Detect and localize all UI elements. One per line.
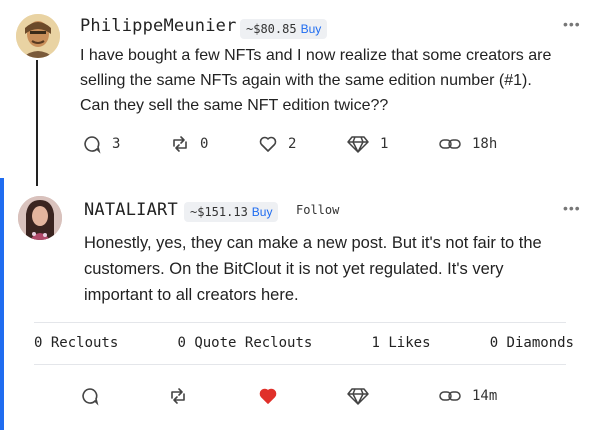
post-text-line: Honestly, yes, they can make a new post.… [84, 234, 542, 252]
coin-price: ~$80.85 [246, 22, 297, 36]
like-count: 2 [288, 136, 297, 152]
comment-action[interactable]: 3 [82, 134, 120, 154]
post-text-line: selling the same NFTs again with the sam… [80, 72, 532, 89]
link-icon [439, 139, 461, 149]
divider [34, 322, 566, 323]
more-options-icon[interactable]: ••• [563, 16, 581, 32]
diamond-action[interactable]: 1 [346, 134, 388, 154]
post-body: I have bought a few NFTs and I now reali… [80, 43, 551, 118]
username[interactable]: PhilippeMeunier [80, 16, 237, 36]
heart-icon [259, 388, 277, 404]
heart-icon [259, 136, 277, 152]
post-text-line: important to all creators here. [84, 286, 299, 304]
comment-action[interactable] [80, 386, 100, 406]
more-options-icon[interactable]: ••• [563, 200, 581, 216]
buy-button[interactable]: Buy [301, 22, 322, 36]
avatar[interactable] [16, 14, 60, 58]
comment-icon [84, 136, 101, 154]
follow-button[interactable]: Follow [296, 203, 339, 217]
link-action[interactable]: 14m [438, 386, 497, 406]
likes-stat[interactable]: 1 Likes [372, 335, 431, 351]
coin-price-badge[interactable]: ~$80.85 Buy [240, 19, 328, 39]
buy-button[interactable]: Buy [252, 205, 273, 219]
like-action[interactable]: 2 [258, 134, 296, 154]
thread-connector-line [36, 60, 38, 186]
comment-count: 3 [112, 136, 121, 152]
username[interactable]: NATALIART [84, 200, 178, 220]
reclout-icon [171, 388, 185, 404]
post-timestamp: 18h [472, 136, 498, 152]
like-action[interactable] [258, 386, 278, 406]
post-stats-row: 0 Reclouts 0 Quote Reclouts 1 Likes 0 Di… [34, 335, 574, 351]
coin-price-badge[interactable]: ~$151.13 Buy [184, 202, 279, 222]
post-text-line: Can they sell the same NFT edition twice… [80, 97, 389, 114]
diamonds-stat[interactable]: 0 Diamonds [490, 335, 574, 351]
post-body: Honestly, yes, they can make a new post.… [84, 230, 542, 308]
comment-icon [82, 388, 99, 406]
avatar[interactable] [18, 196, 62, 240]
reclout-icon [173, 136, 187, 152]
reclout-action[interactable]: 0 [170, 134, 208, 154]
diamond-count: 1 [380, 136, 389, 152]
diamond-icon [347, 136, 369, 153]
link-icon [439, 391, 461, 401]
divider [34, 364, 566, 365]
reclout-action[interactable] [168, 386, 188, 406]
diamond-action[interactable] [346, 386, 370, 406]
post-text-line: I have bought a few NFTs and I now reali… [80, 47, 552, 64]
post-timestamp: 14m [472, 388, 498, 404]
reclouts-stat[interactable]: 0 Reclouts [34, 335, 118, 351]
coin-price: ~$151.13 [190, 205, 248, 219]
post-text-line: customers. On the BitClout it is not yet… [84, 260, 504, 278]
link-action[interactable]: 18h [438, 134, 497, 154]
quote-reclouts-stat[interactable]: 0 Quote Reclouts [177, 335, 312, 351]
reclout-count: 0 [200, 136, 209, 152]
diamond-icon [347, 388, 369, 405]
focused-post-indicator [0, 178, 4, 430]
